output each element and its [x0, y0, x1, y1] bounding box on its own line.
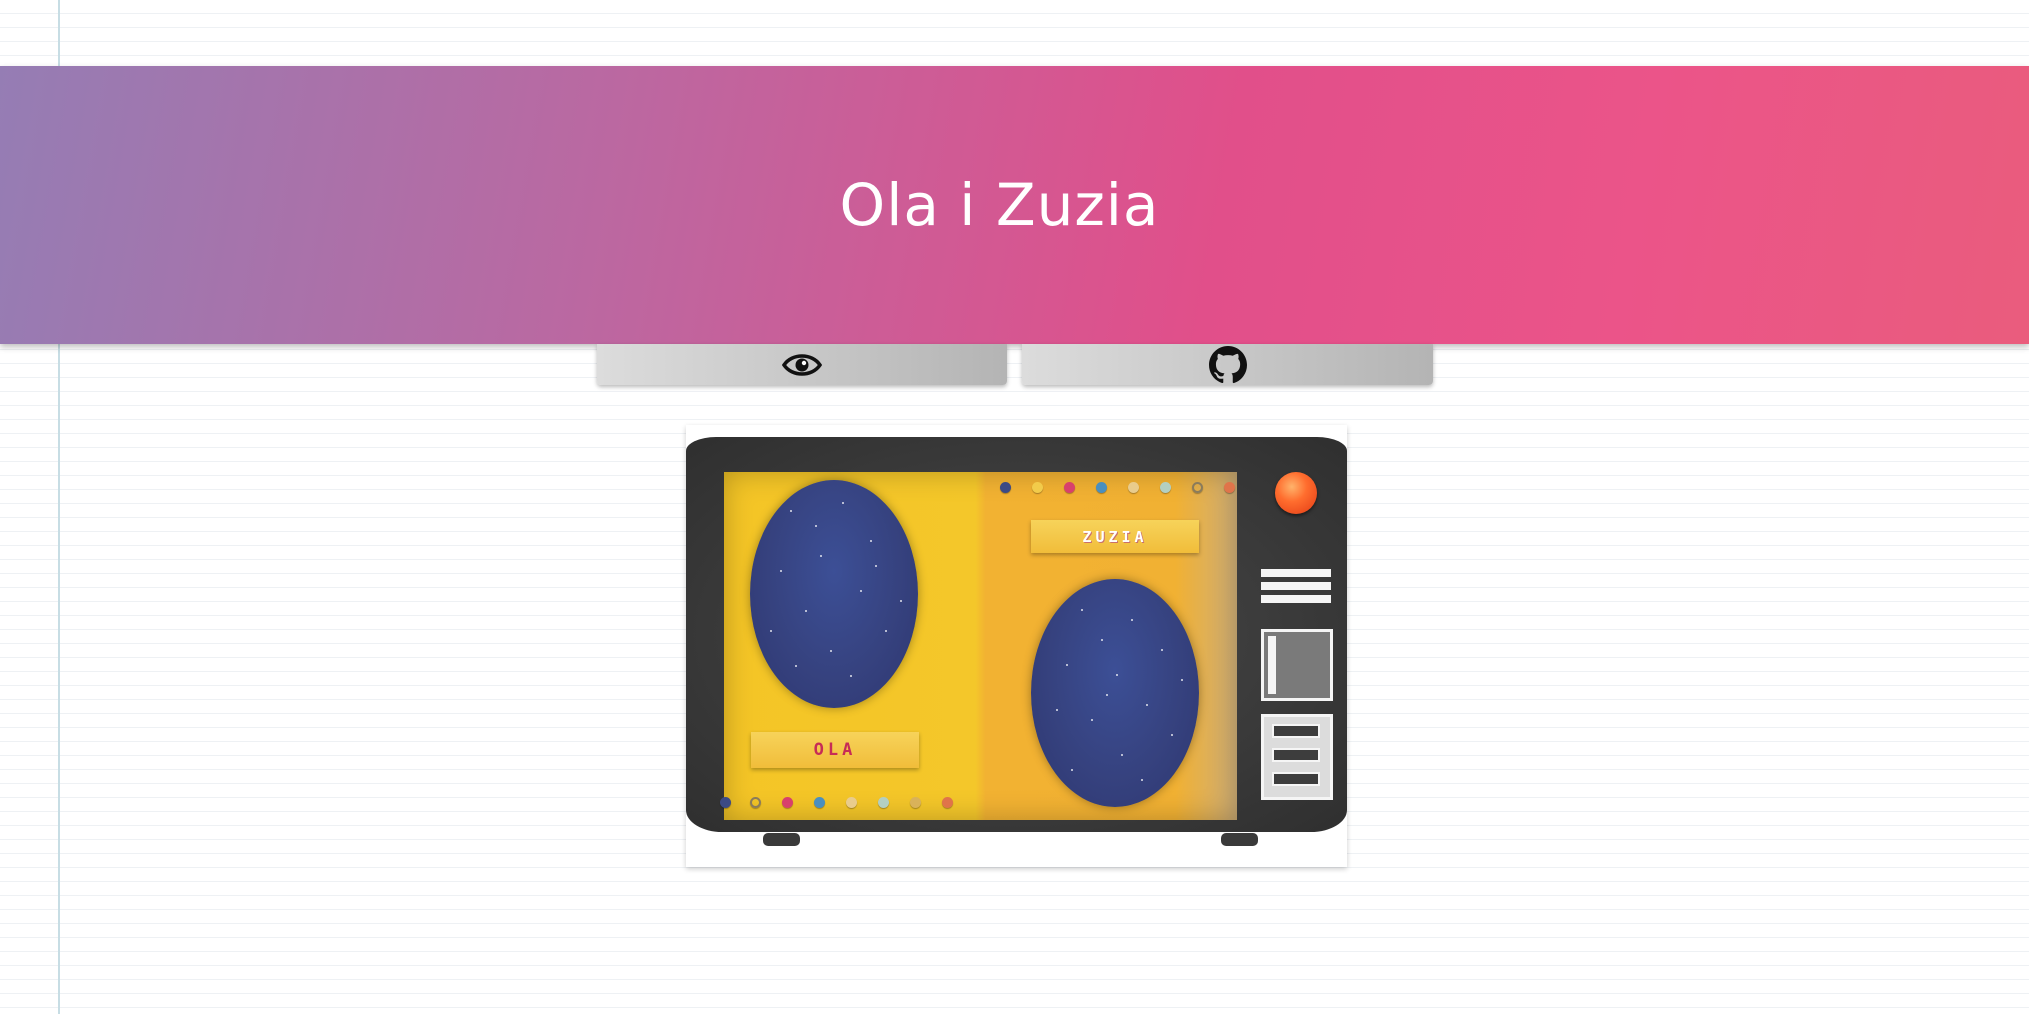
- color-dot: [720, 797, 731, 808]
- color-dot: [1096, 482, 1107, 493]
- github-icon: [1208, 345, 1247, 383]
- color-dot: [1192, 482, 1203, 493]
- color-dot: [1128, 482, 1139, 493]
- live-demo-button[interactable]: [597, 344, 1007, 385]
- color-dot: [942, 797, 953, 808]
- color-dot: [1224, 482, 1235, 493]
- page-title: Ola i Zuzia: [839, 171, 1160, 239]
- eye-icon: [782, 353, 822, 376]
- color-dot: [1000, 482, 1011, 493]
- name-plate-zuzia: ZUZIA: [1031, 520, 1199, 553]
- speaker-grill: [1261, 569, 1331, 613]
- right-globe: [1031, 579, 1199, 807]
- color-dot: [878, 797, 889, 808]
- color-dot: [782, 797, 793, 808]
- github-repo-button[interactable]: [1022, 344, 1433, 385]
- tv-screen: OLA ZUZIA: [720, 472, 1237, 820]
- color-dot: [814, 797, 825, 808]
- color-dot: [1032, 482, 1043, 493]
- tv-foot-right: [1221, 833, 1258, 846]
- drawer-panel: [1261, 714, 1333, 800]
- color-dot: [1160, 482, 1171, 493]
- hero-header: Ola i Zuzia: [0, 66, 2029, 344]
- color-dot: [1064, 482, 1075, 493]
- tv-body: OLA ZUZIA: [686, 437, 1347, 832]
- tv-foot-left: [763, 833, 800, 846]
- name-plate-ola: OLA: [751, 732, 919, 768]
- left-globe: [750, 480, 918, 708]
- color-dot: [750, 797, 761, 808]
- color-dot: [910, 797, 921, 808]
- control-panel: [1261, 629, 1333, 701]
- color-dot: [846, 797, 857, 808]
- project-preview-image[interactable]: OLA ZUZIA: [686, 425, 1347, 867]
- power-button-knob: [1275, 472, 1317, 514]
